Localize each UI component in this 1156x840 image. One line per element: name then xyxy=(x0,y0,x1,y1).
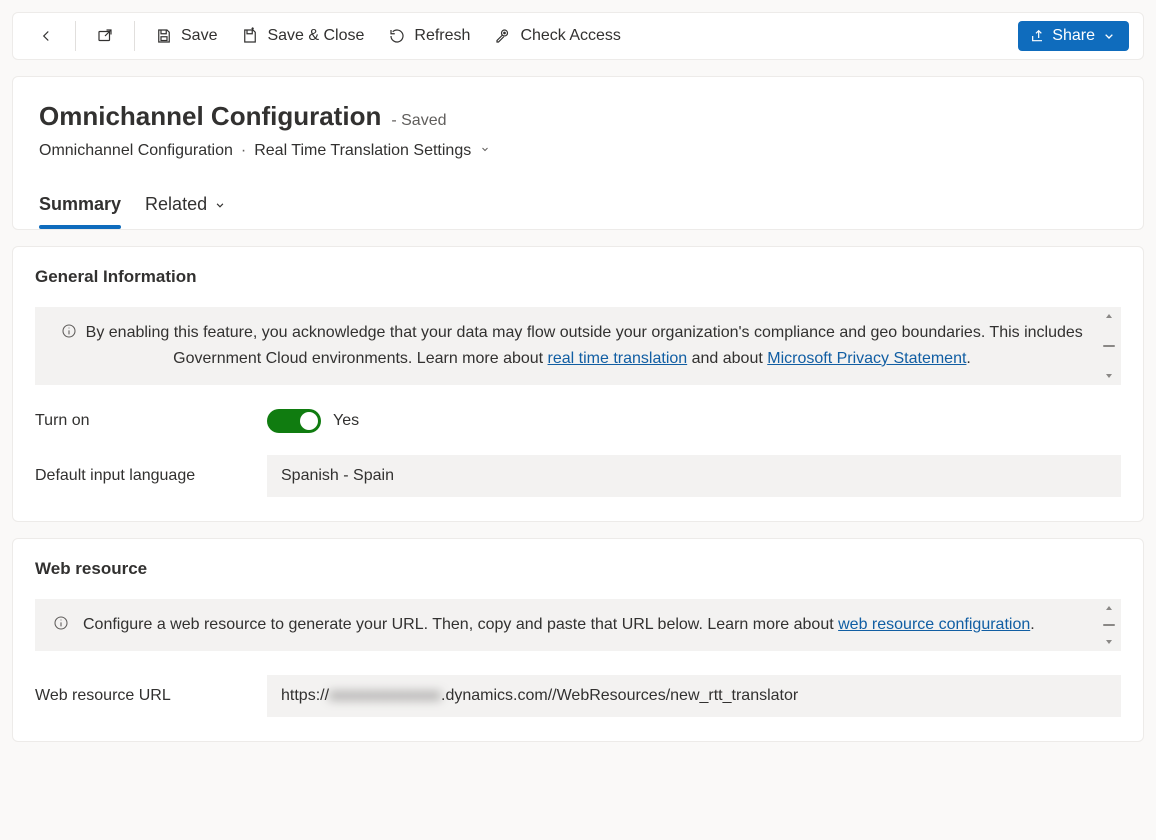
breadcrumb-entity: Omnichannel Configuration xyxy=(39,142,233,160)
info-icon xyxy=(61,323,77,347)
field-default-language: Default input language xyxy=(35,455,1121,497)
url-redacted: xxxxxxxxxxxxxx xyxy=(329,687,441,705)
toolbar-divider xyxy=(134,21,135,51)
info-icon xyxy=(53,615,69,639)
turn-on-toggle[interactable] xyxy=(267,409,321,433)
info-banner-webresource: Configure a web resource to generate you… xyxy=(35,599,1121,651)
field-turn-on: Turn on Yes xyxy=(35,409,1121,433)
section-title: Web resource xyxy=(35,559,1121,579)
link-web-resource-config[interactable]: web resource configuration xyxy=(838,616,1030,633)
check-access-button[interactable]: Check Access xyxy=(484,21,630,51)
scroll-indicator[interactable] xyxy=(1097,599,1121,651)
section-web-resource: Web resource Configure a web resource to… xyxy=(12,538,1144,742)
tab-list: Summary Related xyxy=(39,184,1117,229)
tab-summary[interactable]: Summary xyxy=(39,184,121,229)
refresh-label: Refresh xyxy=(414,27,470,45)
link-privacy-statement[interactable]: Microsoft Privacy Statement xyxy=(767,350,966,367)
back-button[interactable] xyxy=(27,21,65,51)
url-prefix: https:// xyxy=(281,687,329,705)
web-resource-url-label: Web resource URL xyxy=(35,687,267,705)
default-language-input[interactable] xyxy=(267,455,1121,497)
open-new-window-button[interactable] xyxy=(86,21,124,51)
section-title: General Information xyxy=(35,267,1121,287)
scroll-indicator[interactable] xyxy=(1097,307,1121,385)
url-suffix: .dynamics.com//WebResources/new_rtt_tran… xyxy=(441,687,798,705)
tab-related[interactable]: Related xyxy=(145,184,227,229)
toolbar-divider xyxy=(75,21,76,51)
save-close-label: Save & Close xyxy=(267,27,364,45)
share-button[interactable]: Share xyxy=(1018,21,1129,51)
command-bar: Save Save & Close Refresh Check Access S… xyxy=(12,12,1144,60)
section-general-information: General Information By enabling this fea… xyxy=(12,246,1144,522)
link-real-time-translation[interactable]: real time translation xyxy=(548,350,688,367)
turn-on-value: Yes xyxy=(333,412,359,430)
field-web-resource-url: Web resource URL https://xxxxxxxxxxxxxx.… xyxy=(35,675,1121,717)
web-resource-url-input[interactable]: https://xxxxxxxxxxxxxx.dynamics.com//Web… xyxy=(267,675,1121,717)
save-button[interactable]: Save xyxy=(145,21,227,51)
refresh-button[interactable]: Refresh xyxy=(378,21,480,51)
check-access-label: Check Access xyxy=(520,27,620,45)
banner-text-2: and about xyxy=(687,350,767,367)
turn-on-label: Turn on xyxy=(35,412,267,430)
chevron-down-icon xyxy=(1101,28,1117,44)
info-banner-general: By enabling this feature, you acknowledg… xyxy=(35,307,1121,385)
breadcrumb-form[interactable]: Real Time Translation Settings xyxy=(254,142,471,160)
breadcrumb-separator: · xyxy=(241,142,246,160)
tab-related-label: Related xyxy=(145,194,207,215)
record-header: Omnichannel Configuration - Saved Omnich… xyxy=(12,76,1144,230)
breadcrumb: Omnichannel Configuration · Real Time Tr… xyxy=(39,142,1117,160)
save-label: Save xyxy=(181,27,217,45)
saved-status: - Saved xyxy=(391,112,446,130)
save-close-button[interactable]: Save & Close xyxy=(231,21,374,51)
page-title: Omnichannel Configuration xyxy=(39,101,381,132)
share-label: Share xyxy=(1052,27,1095,45)
chevron-down-icon xyxy=(213,198,227,212)
banner-text: Configure a web resource to generate you… xyxy=(83,616,838,633)
chevron-down-icon[interactable] xyxy=(479,142,491,160)
default-language-label: Default input language xyxy=(35,467,267,485)
